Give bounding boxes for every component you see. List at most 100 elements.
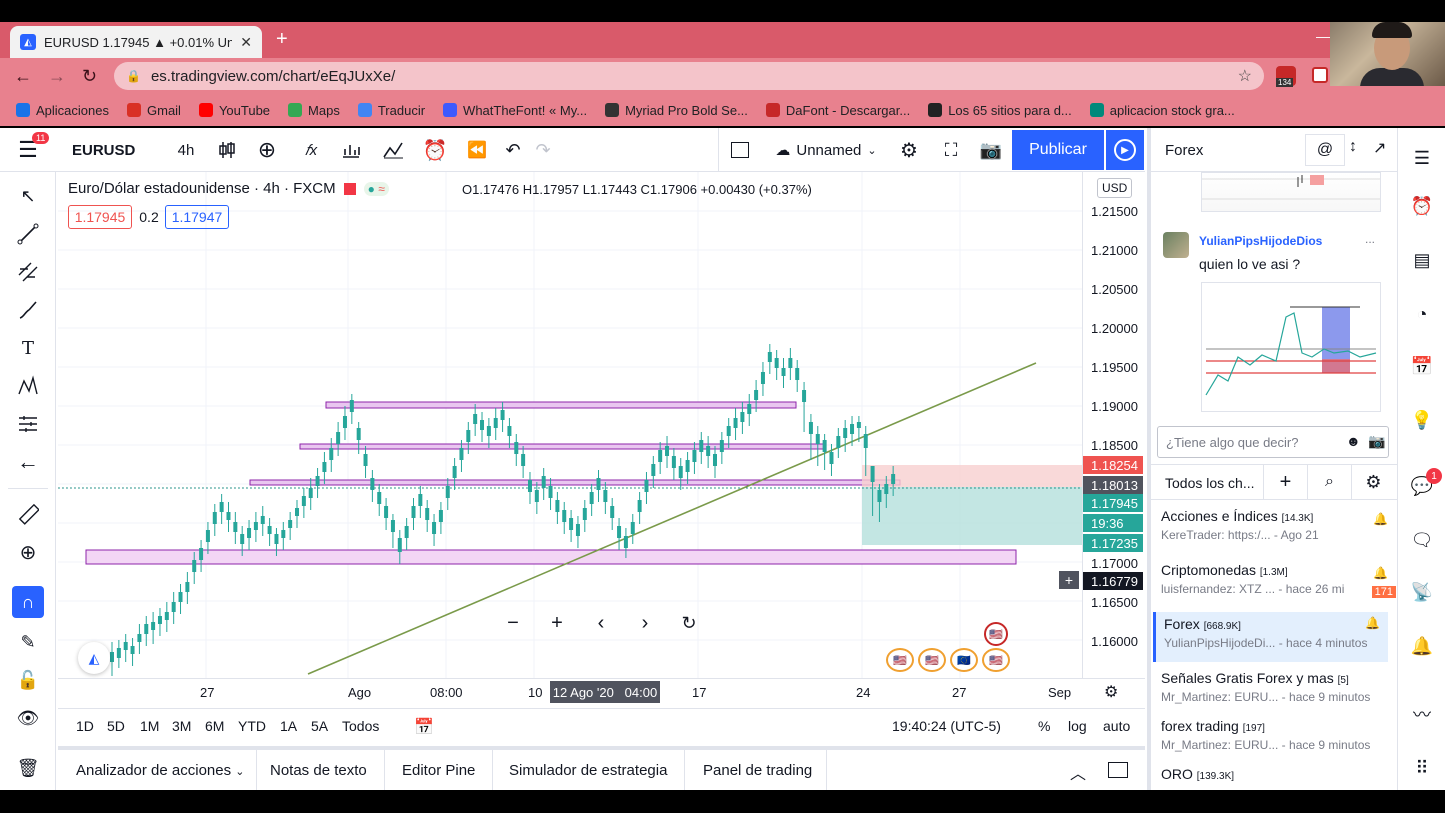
time-axis[interactable]: 27 Ago 08:00 10 17 24 27 Sep 12 Ago '20 04:00 ⚙ [58, 678, 1145, 704]
publish-button[interactable]: Publicar [1012, 130, 1104, 170]
zoom-out-icon[interactable]: − [498, 608, 528, 638]
sell-price-box[interactable]: 1.17945 [68, 205, 132, 229]
indicators-icon[interactable]: 𝑓x [296, 128, 326, 172]
event-flag-icon[interactable]: 🇪🇺 [950, 648, 978, 672]
reload-icon[interactable]: ↻ [82, 66, 97, 87]
unlock-icon[interactable]: 🔓 [10, 664, 46, 696]
camera-icon[interactable]: 📷 [978, 128, 1004, 172]
bookmark-item[interactable]: DaFont - Descargar... [765, 103, 910, 118]
interval-button[interactable]: 4h [170, 128, 202, 172]
maximize-panel-icon[interactable] [1108, 762, 1128, 778]
buy-price-box[interactable]: 1.17947 [165, 205, 229, 229]
price-chart[interactable] [58, 172, 1082, 678]
ideas-icon[interactable]: 💡 [1408, 406, 1436, 434]
price-scale[interactable]: USD 1.21500 1.21000 1.20500 1.20000 1.19500 1… [1059, 172, 1145, 678]
chat-room-item[interactable]: ORO [139.3K] [1161, 766, 1396, 782]
bookmark-item[interactable]: aplicacion stock gra... [1089, 103, 1235, 118]
bookmark-item[interactable]: YouTube [198, 103, 270, 118]
chat-room-item[interactable]: Señales Gratis Forex y mas [5] Mr_Martine… [1161, 670, 1396, 704]
undo-icon[interactable]: ↶ [500, 128, 526, 172]
bell-icon[interactable]: 🔔 [1365, 616, 1380, 630]
range-button[interactable]: Todos [342, 718, 379, 734]
trash-icon[interactable]: 🗑 [10, 752, 46, 784]
chart-pane[interactable]: Euro/Dólar estadounidense · 4h · FXCM ● … [58, 172, 1145, 678]
event-flag-icon[interactable]: 🇺🇸 [982, 648, 1010, 672]
goto-date-icon[interactable]: 📅 [414, 717, 434, 737]
symbol-search[interactable]: EURUSD [72, 128, 135, 172]
chat-chart-image[interactable] [1201, 282, 1381, 412]
clock[interactable]: 19:40:24 (UTC-5) [892, 718, 1001, 734]
forward-icon[interactable]: → [48, 66, 66, 87]
layout-name-button[interactable]: ☁ Unnamed ⌄ [766, 128, 886, 172]
bookmark-item[interactable]: WhatTheFont! « My... [443, 103, 587, 118]
magnet-icon[interactable]: ∩ [12, 586, 44, 618]
notifications-icon[interactable]: 🔔 [1408, 632, 1436, 660]
tab-stock-screener[interactable]: Analizador de acciones ⌄ [76, 762, 245, 779]
range-button[interactable]: 5D [107, 718, 125, 734]
fib-tool-icon[interactable] [10, 256, 46, 288]
search-icon[interactable]: ⌕ [1307, 465, 1351, 499]
log-scale-toggle[interactable]: log [1068, 718, 1087, 734]
range-button[interactable]: 1M [140, 718, 159, 734]
watchlist-icon[interactable]: ☰ [1408, 144, 1436, 172]
add-price-icon[interactable]: + [1059, 571, 1079, 589]
bookmark-item[interactable]: Myriad Pro Bold Se... [605, 103, 748, 118]
collapse-panel-icon[interactable]: ︿ [1070, 760, 1086, 784]
bookmark-star-icon[interactable]: ☆ [1238, 66, 1252, 86]
bell-icon[interactable]: 🔔 [1373, 566, 1388, 580]
alerts-clock-icon[interactable]: ⏰ [1408, 192, 1436, 220]
add-room-icon[interactable]: + [1263, 465, 1307, 499]
scroll-left-icon[interactable]: ‹ [586, 608, 616, 638]
event-flag-icon[interactable]: 🇺🇸 [984, 622, 1008, 646]
event-flag-icon[interactable]: 🇺🇸 [886, 648, 914, 672]
zoom-in-icon[interactable]: + [542, 608, 572, 638]
trend-line-icon[interactable] [10, 218, 46, 250]
fullscreen-layout-icon[interactable] [728, 128, 752, 172]
popout-icon[interactable]: ↗ [1373, 138, 1386, 158]
ruler-icon[interactable] [10, 498, 46, 530]
grid-icon[interactable]: ⠿ [1408, 754, 1436, 782]
back-arrow-icon[interactable]: ← [10, 446, 46, 478]
calendar-icon[interactable]: 📅 [1408, 352, 1436, 380]
emoji-icon[interactable]: ☻ [1346, 433, 1361, 449]
tab-trading-panel[interactable]: Panel de trading [703, 762, 812, 779]
more-icon[interactable]: ... [1365, 232, 1375, 246]
camera-icon[interactable]: 📷 [1368, 433, 1385, 450]
private-chat-icon[interactable]: 🗨 [1408, 526, 1436, 554]
lock-drawing-icon[interactable]: ✎ [10, 626, 46, 658]
minimize-icon[interactable]: — [1316, 28, 1330, 44]
axis-settings-gear-icon[interactable]: ⚙ [1104, 682, 1118, 702]
chat-username[interactable]: YulianPipsHijodeDios [1199, 234, 1322, 248]
hotlist-icon[interactable]: ◔ [1408, 300, 1436, 328]
bookmark-item[interactable]: Maps [288, 103, 340, 118]
live-stream-button[interactable]: ▶ [1106, 130, 1144, 170]
rooms-title[interactable]: Todos los ch... [1165, 475, 1255, 491]
new-tab-icon[interactable]: + [276, 28, 288, 51]
tradingview-logo-icon[interactable]: ◭ [78, 642, 110, 674]
flag-icon[interactable] [343, 182, 356, 195]
settings-gear-icon[interactable]: ⚙ [1351, 465, 1395, 499]
browser-tab[interactable]: ◭ EURUSD 1.17945 ▲ +0.01% Unn ✕ [10, 26, 262, 58]
chat-room-item[interactable]: forex trading [197] Mr_Martinez: EURU... … [1161, 718, 1396, 752]
tab-strategy-tester[interactable]: Simulador de estrategia [509, 762, 667, 779]
bell-icon[interactable]: 🔔 [1373, 512, 1388, 526]
bookmark-item[interactable]: Gmail [127, 103, 181, 118]
templates-icon[interactable] [336, 128, 366, 172]
extension-icon[interactable]: 134 [1276, 66, 1296, 87]
chat-room-item[interactable]: Forex [668.9K] YulianPipsHijodeDi... - ha… [1153, 612, 1388, 662]
chat-chart-thumbnail[interactable] [1201, 172, 1381, 212]
bookmark-item[interactable]: Los 65 sitios para d... [928, 103, 1072, 118]
financials-icon[interactable] [378, 128, 408, 172]
chat-input[interactable]: ¿Tiene algo que decir? ☻ 📷 [1157, 426, 1389, 458]
currency-label[interactable]: USD [1097, 178, 1133, 198]
url-field[interactable]: 🔒 es.tradingview.com/chart/eEqJUxXe/ ☆ [114, 62, 1264, 90]
range-button[interactable]: 3M [172, 718, 191, 734]
compare-icon[interactable]: ⊕ [252, 128, 282, 172]
range-button[interactable]: 1D [76, 718, 94, 734]
data-window-icon[interactable]: ▤ [1408, 246, 1436, 274]
redo-icon[interactable]: ↷ [530, 128, 556, 172]
cursor-icon[interactable]: ↖ [10, 180, 46, 212]
tab-pine-editor[interactable]: Editor Pine [402, 762, 475, 779]
range-button[interactable]: 5A [311, 718, 328, 734]
back-icon[interactable]: ← [14, 66, 32, 87]
